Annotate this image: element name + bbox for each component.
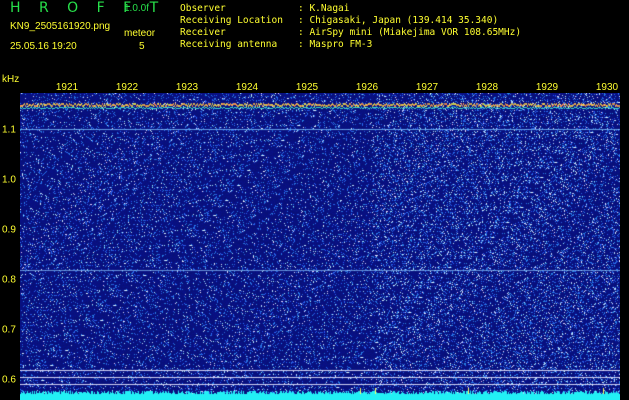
y-tick-label: 0.9 (2, 224, 16, 236)
x-tick-label: 1925 (295, 82, 319, 93)
info-row-location: Receiving Location: Chigasaki, Japan (13… (180, 15, 499, 26)
y-tick-label: 1.0 (2, 174, 16, 186)
x-tick-label: 1924 (235, 82, 259, 93)
y-tick-label: 0.7 (2, 324, 16, 336)
y-axis-unit: kHz (2, 74, 20, 85)
info-row-receiver: Receiver: AirSpy mini (Miakejima VOR 108… (180, 27, 522, 38)
info-row-antenna: Receiving antenna: Maspro FM-3 (180, 39, 373, 50)
y-tick-label: 0.8 (2, 274, 16, 286)
x-tick-label: 1926 (355, 82, 379, 93)
x-tick-label: 1927 (415, 82, 439, 93)
x-tick-label: 1929 (535, 82, 559, 93)
x-tick-label: 1922 (115, 82, 139, 93)
version-label: 1.0.0f (124, 3, 150, 14)
x-tick-label: 1930 (595, 82, 619, 93)
info-row-observer: Observer: K.Nagai (180, 3, 350, 14)
x-tick-label: 1923 (175, 82, 199, 93)
x-tick-label: 1928 (475, 82, 499, 93)
meteor-count: 5 (139, 41, 145, 52)
datetime-label: 25.05.16 19:20 (10, 41, 77, 52)
filename-label: KN9_2505161920.png (10, 21, 111, 32)
y-tick-label: 0.6 (2, 374, 16, 386)
meteor-label: meteor (124, 28, 156, 39)
header-panel: H R O F F T 1.0.0f KN9_2505161920.png me… (0, 0, 629, 78)
y-tick-label: 1.1 (2, 124, 16, 136)
spectrogram-canvas (20, 93, 620, 400)
x-tick-label: 1921 (55, 82, 79, 93)
